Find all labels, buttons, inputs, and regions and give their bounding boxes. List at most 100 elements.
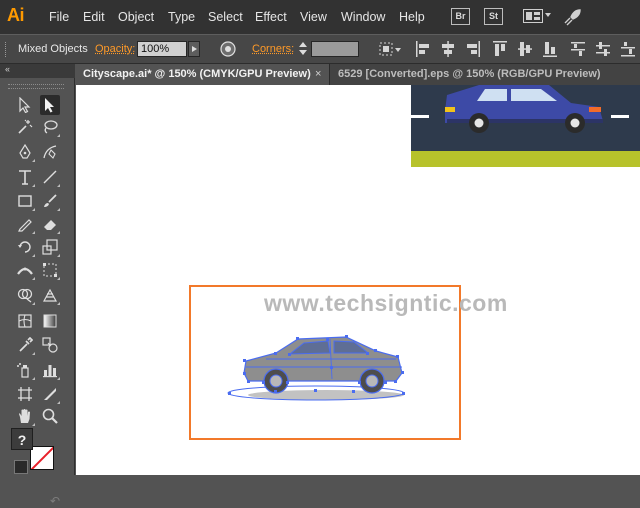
tool-group-corner <box>57 302 60 305</box>
align-right-icon[interactable] <box>465 40 481 58</box>
direct-selection-tool-icon[interactable] <box>40 95 60 115</box>
free-transform-tool-icon[interactable] <box>40 260 60 280</box>
menu-object[interactable]: Object <box>118 10 154 24</box>
curvature-tool-icon[interactable] <box>40 142 60 162</box>
selected-car-artwork[interactable] <box>226 323 426 403</box>
tools-panel: ‹‹ ↶ <box>0 64 75 508</box>
tool-group-corner <box>57 277 60 280</box>
selection-tool-icon[interactable] <box>15 95 35 115</box>
opacity-input[interactable]: 100% <box>137 41 187 57</box>
menu-bar: Ai File Edit Object Type Select Effect V… <box>0 0 640 34</box>
bridge-button[interactable]: Br <box>451 8 470 25</box>
column-graph-tool-icon[interactable] <box>40 360 60 380</box>
align-vertical-center-icon[interactable] <box>517 40 533 58</box>
paintbrush-tool-icon[interactable] <box>40 191 60 211</box>
symbol-sprayer-tool-icon[interactable] <box>15 360 35 380</box>
control-bar-grip[interactable] <box>5 42 8 57</box>
eyedropper-tool-icon[interactable] <box>15 335 35 355</box>
arrange-documents-icon[interactable] <box>523 9 543 23</box>
corners-stepper[interactable] <box>297 41 309 57</box>
control-bar: Mixed Objects Opacity: 100% Corners: <box>0 34 640 64</box>
distribute-bottom-icon[interactable] <box>620 40 636 58</box>
collapse-panel-icon[interactable]: ‹‹ <box>5 64 10 74</box>
transform-icon[interactable] <box>378 40 402 58</box>
recolor-artwork-icon[interactable] <box>219 40 237 58</box>
magic-wand-tool-icon[interactable] <box>15 117 35 137</box>
tool-group-corner <box>32 302 35 305</box>
close-tab-icon[interactable]: × <box>315 64 321 85</box>
document-tabs: Cityscape.ai* @ 150% (CMYK/GPU Preview) … <box>75 64 640 85</box>
eraser-tool-icon[interactable] <box>40 214 60 234</box>
watermark-text: www.techsigntic.com <box>264 290 508 316</box>
artboard-tool-icon[interactable] <box>15 384 35 404</box>
tools-panel-header[interactable]: ‹‹ <box>0 64 75 78</box>
opacity-label[interactable]: Opacity: <box>95 43 135 55</box>
tool-group-corner <box>57 254 60 257</box>
mesh-tool-icon[interactable] <box>15 311 35 331</box>
tool-group-corner <box>57 377 60 380</box>
tab-label: Cityscape.ai* @ 150% (CMYK/GPU Preview) <box>83 68 311 80</box>
lasso-tool-icon[interactable] <box>40 117 60 137</box>
tool-group-corner <box>57 208 60 211</box>
menu-select[interactable]: Select <box>208 10 243 24</box>
type-tool-icon[interactable] <box>15 167 35 187</box>
shape-builder-tool-icon[interactable] <box>15 285 35 305</box>
tab-label: 6529 [Converted].eps @ 150% (RGB/GPU Pre… <box>338 68 601 80</box>
tool-group-corner <box>57 134 60 137</box>
tool-group-corner <box>32 352 35 355</box>
stroke-swatch[interactable] <box>14 460 28 474</box>
tab-cityscape[interactable]: Cityscape.ai* @ 150% (CMYK/GPU Preview) <box>75 64 329 85</box>
menu-effect[interactable]: Effect <box>255 10 287 24</box>
tab-6529-converted[interactable]: 6529 [Converted].eps @ 150% (RGB/GPU Pre… <box>329 64 640 85</box>
opacity-dropdown-button[interactable] <box>188 41 200 57</box>
background-artwork-preview <box>411 85 640 167</box>
corners-label[interactable]: Corners: <box>252 43 294 55</box>
tool-group-corner <box>32 231 35 234</box>
menu-file[interactable]: File <box>49 10 69 24</box>
tool-group-corner <box>32 277 35 280</box>
corners-input[interactable] <box>311 41 359 57</box>
pencil-tool-icon[interactable] <box>15 214 35 234</box>
gradient-tool-icon[interactable] <box>40 311 60 331</box>
tool-group-corner <box>32 184 35 187</box>
artboard-canvas[interactable]: www.techsigntic.com <box>76 85 640 475</box>
grass-strip <box>411 151 640 167</box>
align-bottom-icon[interactable] <box>542 40 558 58</box>
chevron-down-icon[interactable] <box>545 13 551 17</box>
blue-car-illustration <box>445 85 603 133</box>
pen-tool-icon[interactable] <box>15 142 35 162</box>
tool-group-corner <box>32 208 35 211</box>
distribute-center-icon[interactable] <box>595 40 611 58</box>
align-top-icon[interactable] <box>492 40 508 58</box>
line-segment-tool-icon[interactable] <box>40 167 60 187</box>
align-left-icon[interactable] <box>415 40 431 58</box>
distribute-top-icon[interactable] <box>570 40 586 58</box>
menu-window[interactable]: Window <box>341 10 385 24</box>
rectangle-tool-icon[interactable] <box>15 191 35 211</box>
tool-group-corner <box>57 184 60 187</box>
perspective-grid-tool-icon[interactable] <box>40 285 60 305</box>
rotate-tool-icon[interactable] <box>15 237 35 257</box>
gpu-rocket-icon[interactable] <box>562 8 582 26</box>
blend-tool-icon[interactable] <box>40 335 60 355</box>
app-logo: Ai <box>7 5 25 25</box>
default-fill-stroke-button[interactable]: ? <box>11 428 33 450</box>
zoom-tool-icon[interactable] <box>40 406 60 426</box>
fill-swatch-none[interactable] <box>30 446 54 470</box>
menu-edit[interactable]: Edit <box>83 10 105 24</box>
tool-group-corner <box>32 159 35 162</box>
scale-tool-icon[interactable] <box>40 237 60 257</box>
align-horizontal-center-icon[interactable] <box>440 40 456 58</box>
swap-fill-stroke-icon[interactable]: ↶ <box>50 494 60 508</box>
tool-group-corner <box>32 377 35 380</box>
slice-tool-icon[interactable] <box>40 384 60 404</box>
menu-view[interactable]: View <box>300 10 327 24</box>
width-tool-icon[interactable] <box>15 260 35 280</box>
selection-type-label: Mixed Objects <box>18 43 88 55</box>
hand-tool-icon[interactable] <box>15 406 35 426</box>
menu-help[interactable]: Help <box>399 10 425 24</box>
stock-button[interactable]: St <box>484 8 503 25</box>
tool-group-corner <box>32 254 35 257</box>
menu-type[interactable]: Type <box>168 10 195 24</box>
tools-panel-grip[interactable] <box>8 84 64 89</box>
